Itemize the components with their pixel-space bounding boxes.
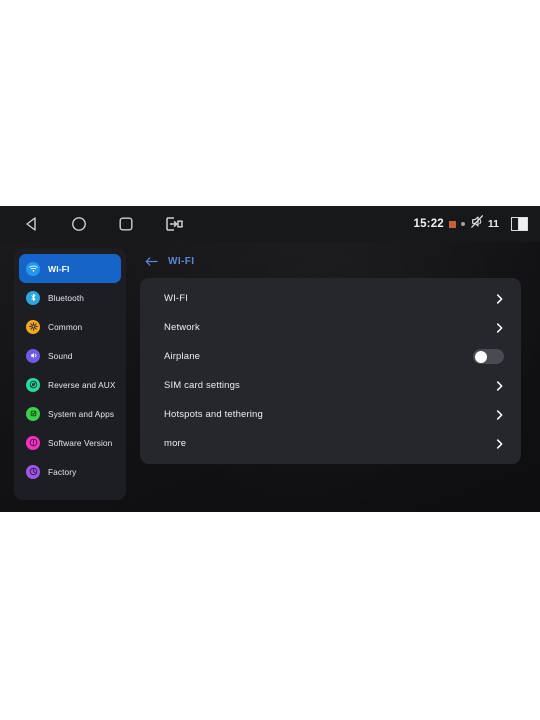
setting-row-sim-card-settings[interactable]: SIM card settings [140, 371, 521, 400]
setting-label: more [164, 438, 187, 449]
screenshot-root: 15:22 11 WI-FI Bluetooth Common Sound Re… [0, 0, 540, 720]
settings-body: WI-FI Bluetooth Common Sound Reverse and… [0, 242, 540, 512]
volume-indicator: 11 [470, 214, 499, 234]
chevron-right-icon [495, 292, 504, 306]
sidebar-item-label: Common [48, 321, 83, 332]
setting-label: Hotspots and tethering [164, 409, 263, 420]
mute-speaker-icon [470, 214, 486, 234]
sidebar-item-reverse-and-aux[interactable]: Reverse and AUX [19, 370, 121, 399]
sidebar-item-software-version[interactable]: Software Version [19, 428, 121, 457]
sidebar-item-label: WI-FI [48, 263, 70, 274]
wifi-icon [26, 261, 40, 276]
sidebar-item-label: Bluetooth [48, 292, 84, 303]
recents-nav-icon[interactable] [116, 214, 136, 234]
navigation-buttons [22, 214, 183, 234]
volume-level-label: 11 [487, 218, 499, 230]
gear-icon [26, 319, 40, 334]
orange-square-icon [448, 220, 456, 228]
status-clock: 15:22 [413, 218, 444, 230]
screen-cast-icon[interactable] [163, 214, 183, 234]
sidebar-item-label: System and Apps [48, 408, 115, 419]
small-dot-icon [460, 222, 465, 226]
sidebar-item-factory[interactable]: Factory [19, 457, 121, 486]
chevron-right-icon [495, 437, 504, 451]
sidebar-item-label: Reverse and AUX [48, 379, 116, 390]
battery-icon [511, 217, 528, 231]
settings-list-panel: WI-FI Network Airplane SIM card settings… [140, 278, 521, 464]
toggle-knob [474, 350, 487, 363]
sidebar-item-label: Software Version [48, 437, 113, 448]
setting-row-hotspots-and-tethering[interactable]: Hotspots and tethering [140, 400, 521, 429]
factory-icon [26, 464, 40, 479]
setting-label: WI-FI [164, 293, 188, 304]
setting-label: SIM card settings [164, 380, 240, 391]
content-header: WI-FI [140, 248, 526, 274]
chevron-right-icon [495, 408, 504, 422]
setting-label: Airplane [164, 351, 201, 362]
software-version-icon [26, 435, 40, 450]
home-nav-icon[interactable] [69, 214, 89, 234]
battery-filled-part [518, 218, 527, 230]
back-arrow-icon[interactable] [144, 255, 159, 268]
airplane-mode-toggle[interactable] [473, 349, 504, 364]
settings-content: WI-FI WI-FI Network Airplane SIM card se… [140, 248, 526, 464]
setting-row-more[interactable]: more [140, 429, 521, 458]
chevron-right-icon [495, 379, 504, 393]
sidebar-item-common[interactable]: Common [19, 312, 121, 341]
sidebar-item-bluetooth[interactable]: Bluetooth [19, 283, 121, 312]
system-apps-icon [26, 406, 40, 421]
setting-row-network[interactable]: Network [140, 313, 521, 342]
bluetooth-icon [26, 290, 40, 305]
sidebar-item-label: Factory [48, 466, 77, 477]
status-bar: 15:22 11 [0, 206, 540, 242]
page-title: WI-FI [168, 255, 195, 267]
sidebar-item-system-and-apps[interactable]: System and Apps [19, 399, 121, 428]
back-nav-icon[interactable] [22, 214, 42, 234]
setting-row-wifi[interactable]: WI-FI [140, 284, 521, 313]
settings-sidebar: WI-FI Bluetooth Common Sound Reverse and… [14, 248, 126, 500]
sound-icon [26, 348, 40, 363]
sidebar-item-label: Sound [48, 350, 73, 361]
status-indicators: 15:22 11 [413, 206, 528, 242]
setting-row-airplane[interactable]: Airplane [140, 342, 521, 371]
device-screen: 15:22 11 WI-FI Bluetooth Common Sound Re… [0, 206, 540, 512]
sidebar-item-wifi[interactable]: WI-FI [19, 254, 121, 283]
setting-label: Network [164, 322, 200, 333]
sidebar-item-sound[interactable]: Sound [19, 341, 121, 370]
reverse-aux-icon [26, 377, 40, 392]
chevron-right-icon [495, 321, 504, 335]
